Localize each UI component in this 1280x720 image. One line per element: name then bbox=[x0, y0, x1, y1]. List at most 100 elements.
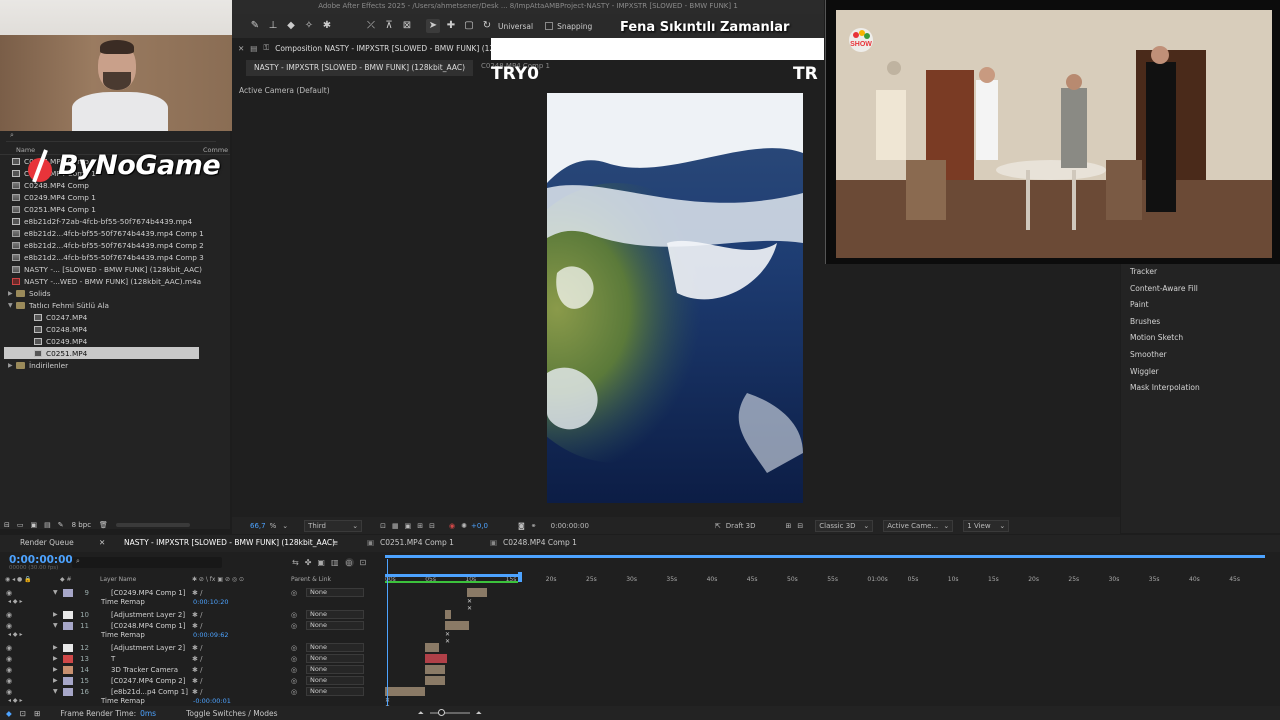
3d-view-icon[interactable]: ⊞ bbox=[417, 522, 423, 530]
layer-switches[interactable]: ✱ / bbox=[192, 688, 202, 696]
rotate-tool-icon[interactable]: ↻ bbox=[480, 19, 494, 33]
eye-icon[interactable]: ◉ bbox=[6, 677, 12, 685]
layer-name[interactable]: [C0249.MP4 Comp 1] bbox=[111, 589, 185, 597]
eye-icon[interactable]: ◉ bbox=[6, 655, 12, 663]
work-area-bar[interactable] bbox=[385, 574, 520, 577]
right-panel-item[interactable]: Wiggler bbox=[1121, 364, 1280, 381]
rectangle-tool-icon[interactable]: ▢ bbox=[462, 19, 476, 33]
settings-icon[interactable]: ✎ bbox=[58, 521, 64, 529]
layer-disclosure-icon[interactable]: ▼ bbox=[53, 589, 58, 596]
right-panel-item[interactable]: Brushes bbox=[1121, 314, 1280, 331]
resolution-dropdown[interactable]: Third ⌄ bbox=[304, 519, 363, 532]
project-item[interactable]: e8b21d2...4fcb-bf55-50f7674b4439.mp4 Com… bbox=[4, 251, 226, 263]
layer-row[interactable]: ◉ ▼ 16 [e8b21d...p4 Comp 1] ✱ / ◎ None bbox=[0, 686, 425, 697]
frame-icon[interactable]: ⊞ bbox=[34, 709, 40, 718]
pickwhip-icon[interactable]: ◎ bbox=[291, 677, 297, 685]
layer-row[interactable]: ◉ ▼ 11 [C0248.MP4 Comp 1] ✱ / ◎ None bbox=[0, 620, 469, 631]
transparency-grid-icon[interactable]: ▦ bbox=[392, 522, 399, 530]
project-item[interactable]: C0251.MP4 bbox=[4, 347, 199, 359]
navigator-bar[interactable] bbox=[385, 555, 1265, 558]
keyframe-nav-icon[interactable]: ◂ ◆ ▸ bbox=[8, 631, 22, 638]
zoom-in-icon[interactable]: ⏶ bbox=[476, 708, 482, 718]
timeline-search[interactable]: ⌕ bbox=[72, 557, 222, 568]
tab-c0248-comp[interactable]: C0248.MP4 Comp 1 bbox=[503, 538, 577, 547]
parent-dropdown[interactable]: None bbox=[306, 687, 364, 696]
snap-edge-icon[interactable]: ⊼ bbox=[382, 19, 396, 33]
pickwhip-icon[interactable]: ◎ bbox=[291, 589, 297, 597]
exposure-value[interactable]: +0,0 bbox=[471, 522, 488, 530]
parent-header[interactable]: Parent & Link bbox=[291, 576, 331, 583]
fast-preview-icon[interactable]: ⊟ bbox=[797, 522, 803, 530]
layer-label-color[interactable] bbox=[63, 610, 73, 619]
eye-icon[interactable]: ◉ bbox=[6, 622, 12, 630]
eye-icon[interactable]: ◉ bbox=[6, 666, 12, 674]
parent-dropdown[interactable]: None bbox=[306, 610, 364, 619]
eye-icon[interactable]: ◉ bbox=[6, 644, 12, 652]
layer-switches[interactable]: ✱ / bbox=[192, 589, 202, 597]
snapshot-icon[interactable]: ◙ bbox=[518, 522, 525, 530]
layer-disclosure-icon[interactable]: ▶ bbox=[53, 611, 58, 618]
snap-grid-icon[interactable]: ⊠ bbox=[400, 19, 414, 33]
eraser-tool-icon[interactable]: ◆ bbox=[284, 19, 298, 33]
layer-row[interactable]: ◉ ▶ 12 [Adjustment Layer 2] ✱ / ◎ None bbox=[0, 642, 439, 653]
layer-property-row[interactable]: ◂ ◆ ▸ Time Remap 0:00:09:62 ✕ ✕ bbox=[0, 631, 450, 645]
layer-name[interactable]: T bbox=[111, 655, 115, 663]
project-item[interactable]: C0249.MP4 bbox=[4, 335, 226, 347]
menu-icon[interactable]: ▤ bbox=[250, 44, 257, 53]
brush-tool-icon[interactable]: ✎ bbox=[248, 19, 262, 33]
layer-duration-bar[interactable] bbox=[445, 610, 451, 619]
layer-switches[interactable]: ✱ / bbox=[192, 622, 202, 630]
project-item[interactable]: NASTY -...WED - BMW FUNK] (128kbit_AAC).… bbox=[4, 275, 226, 287]
comp-timecode[interactable]: 0:00:00:00 bbox=[551, 522, 589, 530]
trash-icon[interactable]: 🗑 bbox=[99, 521, 108, 529]
tab-c0251-comp[interactable]: C0251.MP4 Comp 1 bbox=[380, 538, 454, 547]
disclosure-triangle-icon[interactable]: ▶ bbox=[8, 362, 16, 369]
motion-blur-icon[interactable]: ◎ bbox=[344, 558, 354, 567]
chevron-down-icon[interactable]: ⌄ bbox=[282, 522, 288, 530]
right-panel-item[interactable]: Smoother bbox=[1121, 347, 1280, 364]
snap-feature-icon[interactable]: ⤫ bbox=[364, 19, 378, 33]
layer-row[interactable]: ◉ ▼ 9 [C0249.MP4 Comp 1] ✱ / ◎ None bbox=[0, 587, 487, 598]
layer-duration-bar[interactable] bbox=[425, 676, 445, 685]
layer-disclosure-icon[interactable]: ▶ bbox=[53, 666, 58, 673]
lock-icon[interactable]: ⚿ bbox=[263, 43, 269, 53]
property-value[interactable]: 0:00:10:20 bbox=[193, 598, 229, 606]
pickwhip-icon[interactable]: ◎ bbox=[291, 688, 297, 696]
layer-row[interactable]: ◉ ▶ 15 [C0247.MP4 Comp 2] ✱ / ◎ None bbox=[0, 675, 445, 686]
layer-property-row[interactable]: ◂ ◆ ▸ Time Remap 0:00:10:20 ✕ ✕ bbox=[0, 598, 472, 612]
keyframe-nav-icon[interactable]: ◂ ◆ ▸ bbox=[8, 697, 22, 704]
layer-name[interactable]: [Adjustment Layer 2] bbox=[111, 611, 185, 619]
layer-switches[interactable]: ✱ / bbox=[192, 644, 202, 652]
keyframe-nav-icon[interactable]: ◂ ◆ ▸ bbox=[8, 598, 22, 605]
toggle-switches-modes[interactable]: Toggle Switches / Modes bbox=[186, 709, 277, 718]
new-comp-icon[interactable]: ▣ bbox=[31, 521, 38, 529]
layer-label-color[interactable] bbox=[63, 621, 73, 630]
eye-icon[interactable]: ◉ bbox=[6, 611, 12, 619]
zoom-slider[interactable] bbox=[429, 709, 470, 716]
parent-dropdown[interactable]: None bbox=[306, 665, 364, 674]
project-item[interactable]: e8b21d2f-72ab-4fcb-bf55-50f7674b4439.mp4 bbox=[4, 215, 226, 227]
eye-icon[interactable]: ◉ bbox=[6, 688, 12, 696]
layer-label-color[interactable] bbox=[63, 665, 73, 674]
graph-editor-icon[interactable]: ⊡ bbox=[360, 558, 367, 567]
layer-switches[interactable]: ✱ / bbox=[192, 666, 202, 674]
snapping-checkbox[interactable] bbox=[545, 22, 554, 30]
menu-icon[interactable]: ≡ bbox=[332, 538, 338, 547]
new-folder-icon[interactable]: ▭ bbox=[17, 521, 24, 529]
draft-3d-label[interactable]: Draft 3D bbox=[726, 522, 756, 530]
layer-disclosure-icon[interactable]: ▶ bbox=[53, 644, 58, 651]
zoom-value[interactable]: 66,7 bbox=[250, 522, 266, 530]
project-item[interactable]: ▼ Tatlıcı Fehmi Sütlü Ala bbox=[4, 299, 226, 311]
project-item[interactable]: C0248.MP4 bbox=[4, 323, 226, 335]
parent-dropdown[interactable]: None bbox=[306, 588, 364, 597]
zoom-out-icon[interactable]: ⏶ bbox=[418, 708, 424, 718]
right-panel-item[interactable]: Content-Aware Fill bbox=[1121, 281, 1280, 298]
project-item[interactable]: ▶ İndirilenler bbox=[4, 359, 226, 371]
right-panel-item[interactable]: Tracker bbox=[1121, 264, 1280, 281]
draft-3d-icon[interactable]: ⇱ bbox=[715, 522, 721, 530]
tab-nasty-comp[interactable]: NASTY - IMPXSTR [SLOWED - BMW FUNK] (128… bbox=[124, 538, 335, 547]
property-value[interactable]: -0:00:00:01 bbox=[193, 697, 231, 705]
parent-dropdown[interactable]: None bbox=[306, 654, 364, 663]
pickwhip-icon[interactable]: ◎ bbox=[291, 644, 297, 652]
layer-duration-bar[interactable] bbox=[425, 654, 447, 663]
